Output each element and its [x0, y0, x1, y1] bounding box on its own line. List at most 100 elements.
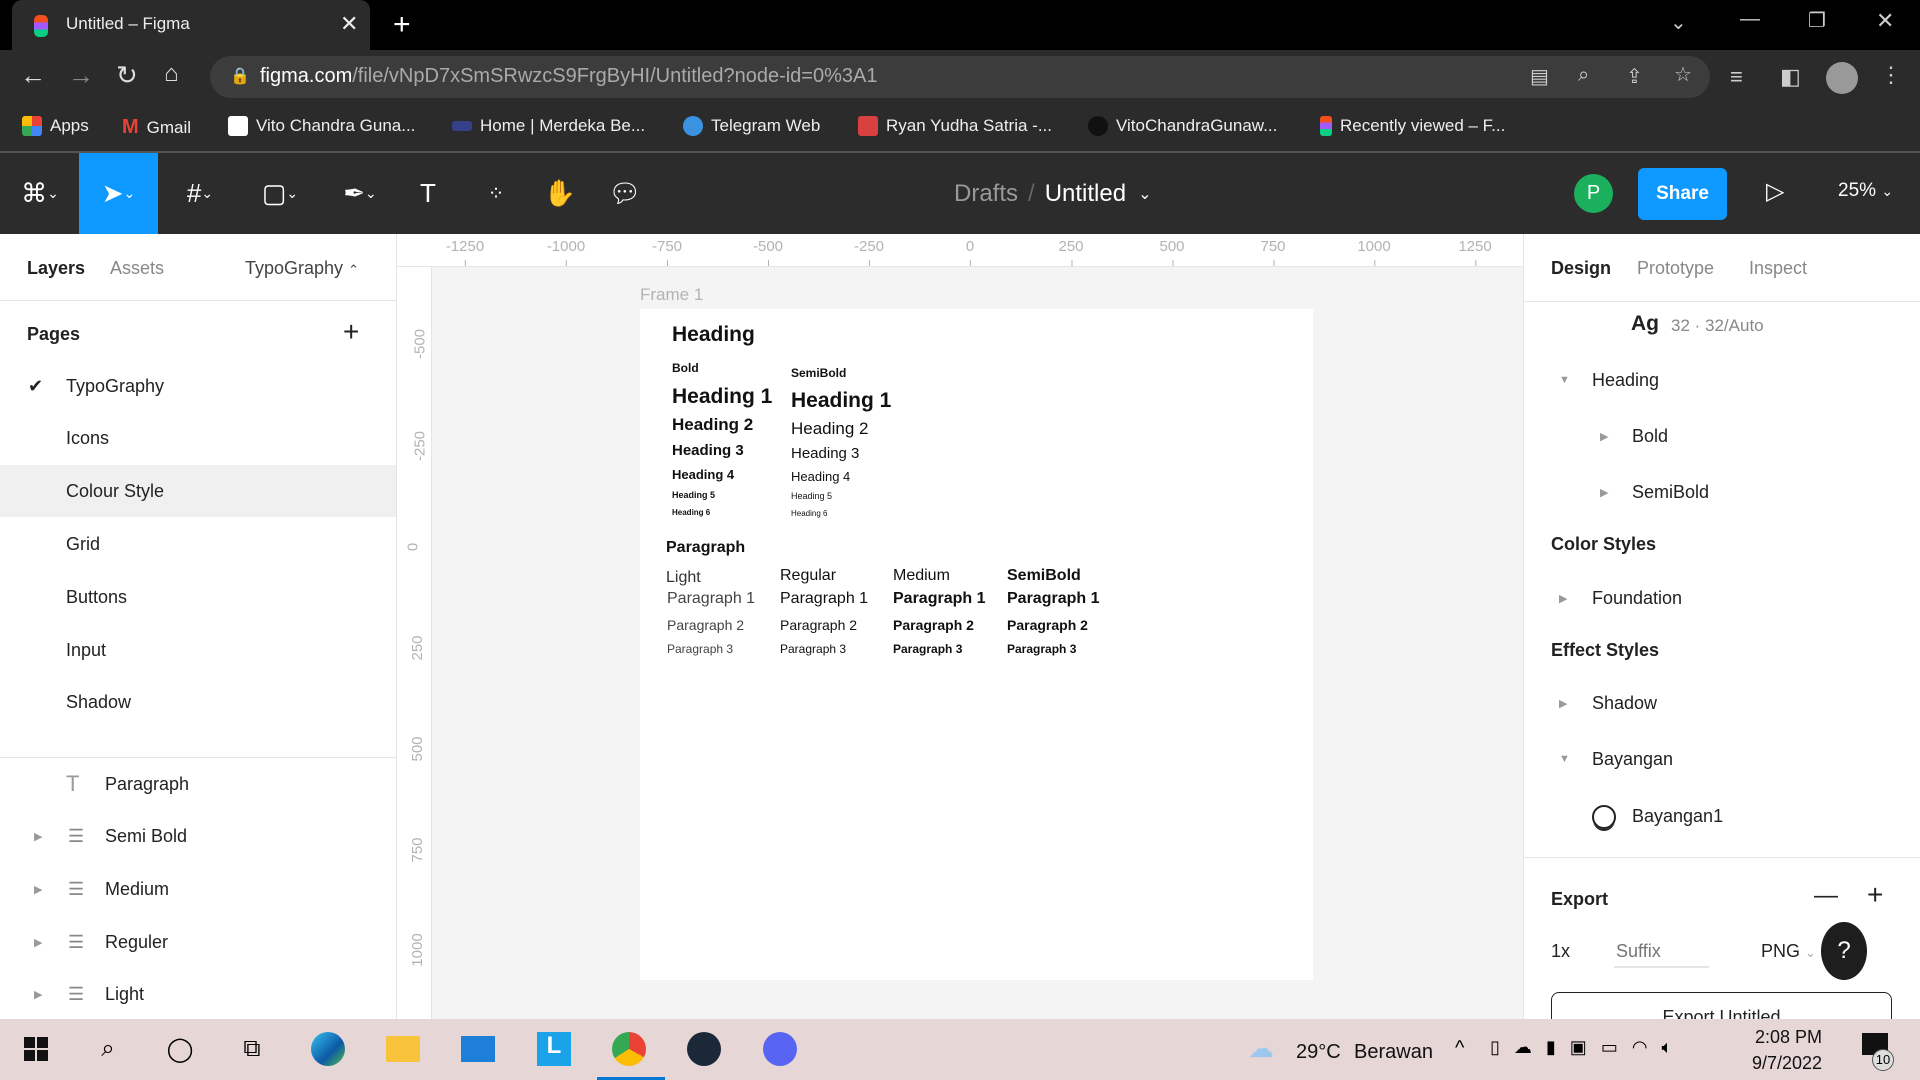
tray-icons[interactable]: ▯☁▮▣▭◠🔈︎: [1490, 1037, 1686, 1058]
restore-icon[interactable]: ❐: [1808, 8, 1826, 33]
edge-icon[interactable]: [308, 1029, 348, 1069]
weather-cloud-icon[interactable]: ☁: [1248, 1033, 1274, 1064]
home-icon[interactable]: ⌂: [164, 60, 179, 88]
export-scale[interactable]: 1x: [1551, 941, 1570, 962]
collapse-arrow-icon[interactable]: ▼: [1559, 753, 1570, 765]
bookmark-gmail[interactable]: M Gmail: [122, 116, 191, 139]
export-format-select[interactable]: PNG ⌄: [1761, 941, 1816, 962]
style-group-bold[interactable]: Bold: [1632, 426, 1668, 447]
browser-tab[interactable]: Untitled – Figma ✕: [12, 0, 370, 50]
weather-text[interactable]: Berawan: [1354, 1041, 1433, 1064]
tab-assets[interactable]: Assets: [110, 258, 164, 279]
layer-item[interactable]: ▶ ☰ Medium: [0, 869, 396, 909]
expand-arrow-icon[interactable]: ▶: [1559, 592, 1567, 605]
page-selector[interactable]: TypoGraphy ⌃: [245, 258, 359, 279]
shape-tool-button[interactable]: ▢ ⌄: [250, 153, 310, 234]
media-icon[interactable]: ≡: [1730, 64, 1743, 90]
add-export-icon[interactable]: +: [1867, 879, 1883, 911]
clock-time[interactable]: 2:08 PM: [1755, 1027, 1822, 1048]
zoom-dropdown[interactable]: 25% ⌄: [1838, 180, 1893, 202]
frame-tool-button[interactable]: # ⌄: [170, 153, 230, 234]
zoom-icon[interactable]: ⌕: [1578, 64, 1589, 87]
style-group-bayangan[interactable]: Bayangan: [1592, 749, 1673, 770]
page-item-buttons[interactable]: Buttons: [0, 577, 396, 617]
present-icon[interactable]: ▷: [1766, 177, 1784, 206]
steam-icon[interactable]: [684, 1029, 724, 1069]
text-tool-button[interactable]: T: [408, 153, 448, 234]
clipboard-icon[interactable]: ▤: [1530, 64, 1549, 89]
resources-button[interactable]: ⁘: [476, 153, 516, 234]
menu-icon[interactable]: ⋮: [1880, 62, 1902, 88]
page-item-shadow[interactable]: Shadow: [0, 682, 396, 722]
forward-icon[interactable]: →: [68, 60, 94, 91]
move-tool-button[interactable]: ➤ ⌄: [79, 153, 158, 234]
layer-item[interactable]: ▶ ☰ Light: [0, 974, 396, 1014]
frame-label[interactable]: Frame 1: [640, 285, 703, 305]
chrome-icon[interactable]: [609, 1029, 649, 1069]
comment-tool-button[interactable]: 💬︎: [605, 153, 645, 234]
minimize-icon[interactable]: —: [1740, 8, 1760, 31]
avatar[interactable]: P: [1574, 174, 1613, 213]
effect-style-bayangan1[interactable]: Bayangan1: [1632, 806, 1723, 827]
remove-export-icon[interactable]: —: [1814, 882, 1838, 910]
mail-icon[interactable]: [458, 1029, 498, 1069]
side-panel-icon[interactable]: ◧: [1780, 64, 1801, 90]
page-item-grid[interactable]: Grid: [0, 524, 396, 564]
layer-item[interactable]: ▶ ☰ Semi Bold: [0, 816, 396, 856]
layer-item[interactable]: ▶ ☰ Reguler: [0, 922, 396, 962]
expand-arrow-icon[interactable]: ▶: [34, 988, 42, 1001]
export-suffix-input[interactable]: [1614, 936, 1709, 968]
style-group-semibold[interactable]: SemiBold: [1632, 482, 1709, 503]
bookmark-star-icon[interactable]: ☆: [1674, 62, 1692, 87]
expand-arrow-icon[interactable]: ▶: [1600, 486, 1608, 499]
expand-arrow-icon[interactable]: ▶: [1559, 697, 1567, 710]
expand-arrow-icon[interactable]: ▶: [34, 883, 42, 896]
bookmark-telegram[interactable]: Telegram Web: [683, 116, 820, 136]
collapse-arrow-icon[interactable]: ▼: [1559, 374, 1570, 386]
back-icon[interactable]: ←: [20, 60, 46, 91]
tab-layers[interactable]: Layers: [27, 258, 85, 279]
chevron-down-icon[interactable]: ⌄: [1138, 184, 1151, 204]
expand-arrow-icon[interactable]: ▶: [34, 936, 42, 949]
help-button[interactable]: ?: [1821, 922, 1867, 980]
style-group-foundation[interactable]: Foundation: [1592, 588, 1682, 609]
tray-chevron-icon[interactable]: ^: [1455, 1037, 1464, 1060]
share-button[interactable]: Share: [1638, 168, 1727, 220]
expand-arrow-icon[interactable]: ▶: [1600, 430, 1608, 443]
bookmark-ryan[interactable]: Ryan Yudha Satria -...: [858, 116, 1052, 136]
windows-start-icon[interactable]: [16, 1029, 56, 1069]
url-input[interactable]: 🔒 figma.com/file/vNpD7xSmSRwzcS9FrgByHI/…: [210, 56, 1710, 98]
clock-date[interactable]: 9/7/2022: [1752, 1053, 1822, 1074]
tab-prototype[interactable]: Prototype: [1637, 258, 1714, 279]
discord-icon[interactable]: [760, 1029, 800, 1069]
page-item-input[interactable]: Input: [0, 630, 396, 670]
style-group-heading[interactable]: Heading: [1592, 370, 1659, 391]
cortana-icon[interactable]: ◯: [160, 1029, 200, 1069]
lightshot-icon[interactable]: L: [534, 1029, 574, 1069]
hand-tool-button[interactable]: ✋: [540, 153, 580, 234]
export-button[interactable]: Export Untitled: [1551, 992, 1892, 1019]
bookmark-vito[interactable]: Vito Chandra Guna...: [228, 116, 415, 136]
file-explorer-icon[interactable]: [383, 1029, 423, 1069]
tab-inspect[interactable]: Inspect: [1749, 258, 1807, 279]
temperature[interactable]: 29°C: [1296, 1041, 1341, 1064]
tab-design[interactable]: Design: [1551, 258, 1611, 279]
page-item-colour-style[interactable]: Colour Style: [0, 465, 396, 517]
page-item-icons[interactable]: Icons: [0, 418, 396, 458]
expand-arrow-icon[interactable]: ▶: [34, 830, 42, 843]
breadcrumb-drafts[interactable]: Drafts: [954, 180, 1018, 208]
pen-tool-button[interactable]: ✒ ⌄: [330, 153, 390, 234]
profile-avatar[interactable]: [1826, 62, 1858, 94]
bookmark-apps[interactable]: Apps: [22, 116, 89, 136]
tab-search-icon[interactable]: ⌄: [1670, 10, 1687, 35]
bookmark-github[interactable]: VitoChandraGunaw...: [1088, 116, 1277, 136]
share-page-icon[interactable]: ⇪: [1626, 64, 1643, 89]
reload-icon[interactable]: ↻: [116, 60, 138, 91]
new-tab-icon[interactable]: +: [393, 8, 411, 42]
close-tab-icon[interactable]: ✕: [340, 11, 358, 37]
add-page-icon[interactable]: +: [343, 316, 359, 348]
file-name[interactable]: Untitled: [1045, 180, 1126, 208]
bookmark-figma[interactable]: Recently viewed – F...: [1320, 116, 1505, 136]
page-item-typography[interactable]: ✔ TypoGraphy: [0, 366, 396, 406]
main-menu-button[interactable]: ⌘ ⌄: [10, 153, 70, 234]
